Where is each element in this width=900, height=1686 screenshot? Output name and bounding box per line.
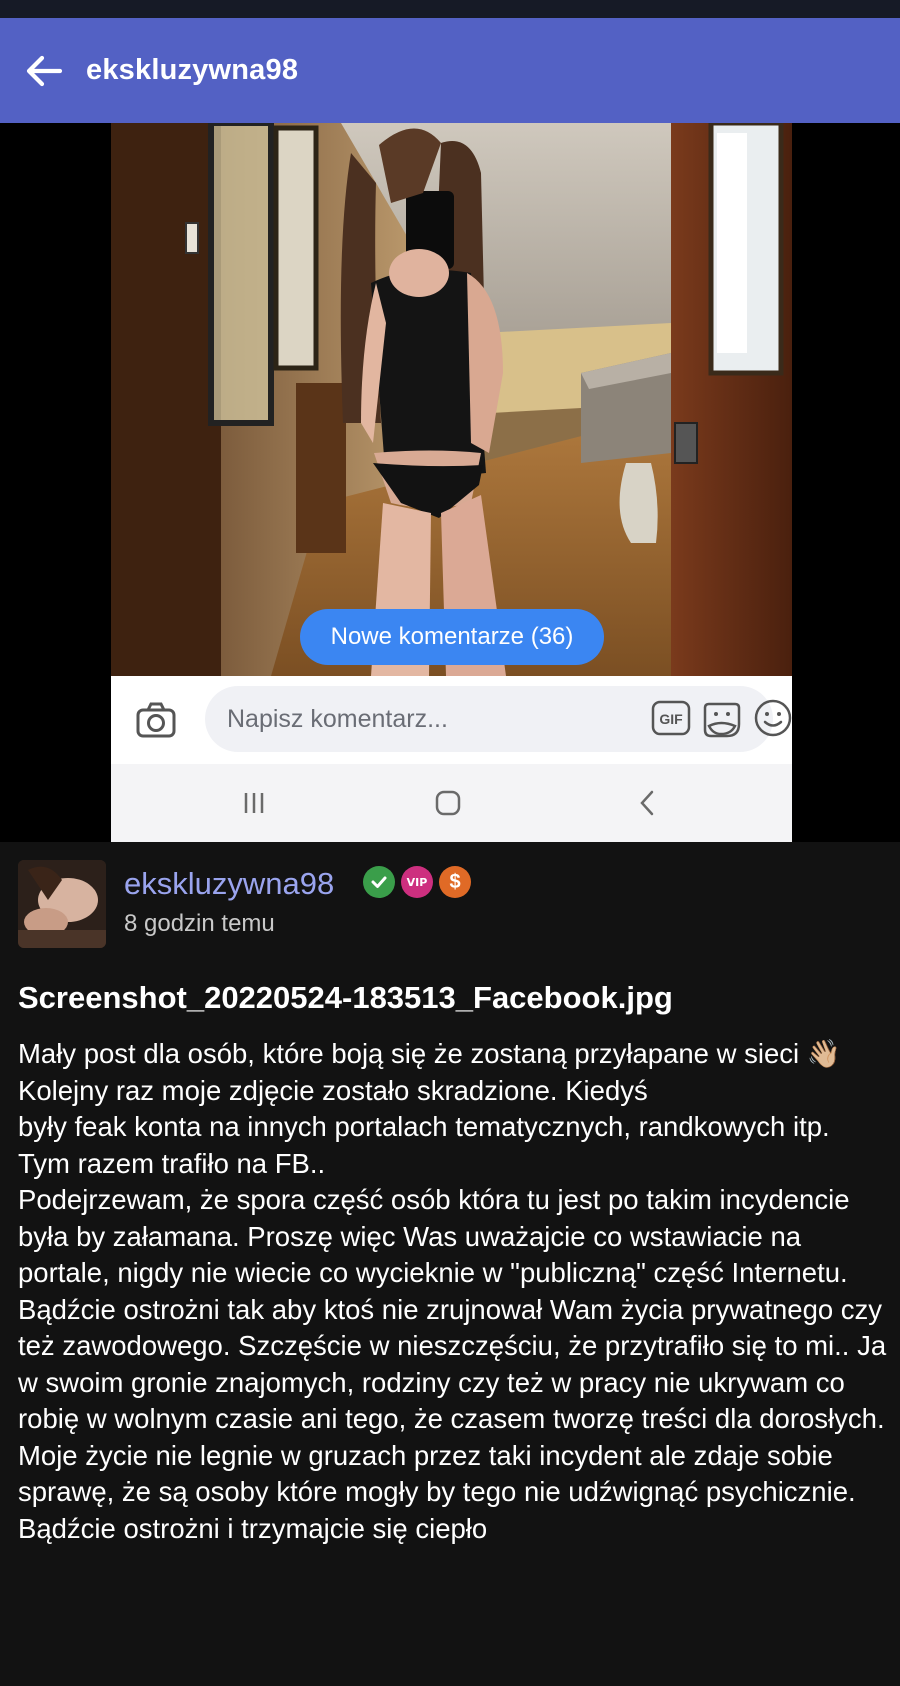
- status-bar: [0, 0, 900, 18]
- back-button[interactable]: [20, 47, 68, 95]
- comment-input[interactable]: [225, 703, 549, 735]
- sticker-icon[interactable]: [701, 698, 743, 740]
- new-comments-button[interactable]: Nowe komentarze (36): [300, 609, 604, 665]
- arrow-left-icon: [26, 55, 63, 86]
- post-paragraph: Bądźcie ostrożni i trzymajcie się ciepło: [18, 1512, 488, 1544]
- dollar-badge: $: [439, 866, 471, 898]
- post-paragraph: były feak konta na innych portalach tema…: [18, 1111, 830, 1179]
- post-media[interactable]: Nowe komentarze (36) GIF: [0, 123, 900, 842]
- post-header: ekskluzywna98 VIP $ 8 godzin temu: [18, 860, 878, 950]
- screenshot-image: Nowe komentarze (36) GIF: [111, 123, 792, 842]
- smile-icon[interactable]: [753, 698, 792, 738]
- post-timestamp: 8 godzin temu: [124, 910, 275, 937]
- chevron-left-icon: [640, 790, 654, 816]
- app-bar-title: ekskluzywna98: [86, 54, 299, 86]
- post-body: Mały post dla osób, które boją się że zo…: [18, 1036, 888, 1547]
- app-bar: ekskluzywna98: [0, 18, 900, 123]
- comment-field[interactable]: GIF: [205, 686, 792, 752]
- avatar[interactable]: [18, 860, 106, 948]
- post-paragraph: Podejrzewam, że spora część osób która t…: [18, 1184, 887, 1507]
- comment-panel: GIF: [111, 676, 792, 764]
- gif-icon[interactable]: GIF: [651, 700, 691, 736]
- camera-icon[interactable]: [135, 700, 177, 740]
- photo: [111, 123, 792, 676]
- post-title: Screenshot_20220524-183513_Facebook.jpg: [18, 980, 673, 1015]
- vip-badge: VIP: [401, 866, 433, 898]
- verified-badge: [363, 866, 395, 898]
- phone-nav-bar: [111, 764, 792, 842]
- avatar-image: [18, 860, 106, 948]
- svg-text:GIF: GIF: [659, 711, 683, 727]
- author-badges: VIP $: [363, 866, 471, 898]
- post-paragraph: Kolejny raz moje zdjęcie zostało skradzi…: [18, 1074, 648, 1106]
- home-icon: [435, 790, 461, 816]
- check-icon: [371, 876, 387, 888]
- post-paragraph: Mały post dla osób, które boją się że zo…: [18, 1038, 841, 1069]
- recent-apps-icon: [244, 793, 264, 813]
- author-name[interactable]: ekskluzywna98: [124, 866, 334, 902]
